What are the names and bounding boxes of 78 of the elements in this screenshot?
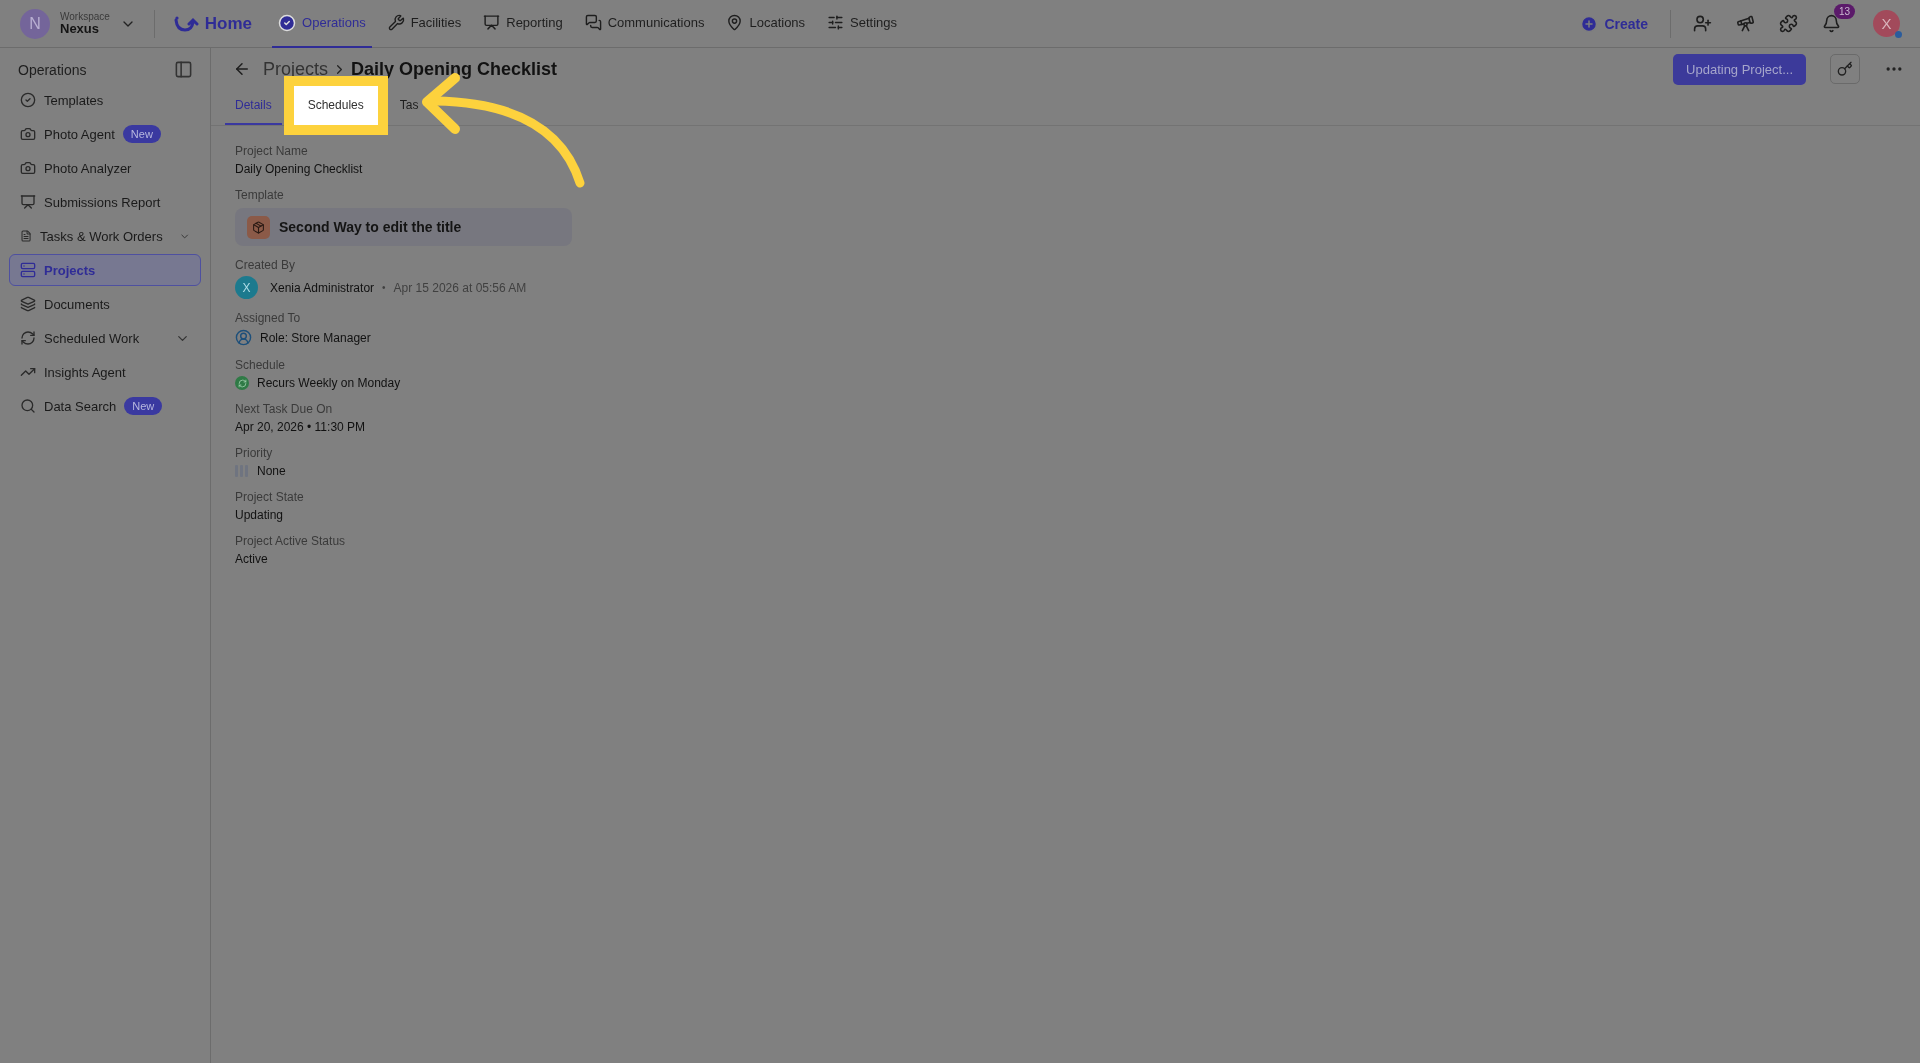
smile-arrow-icon <box>172 14 199 33</box>
check-circle-icon <box>278 13 297 32</box>
nav-tab[interactable]: Communications <box>578 0 711 48</box>
server-icon <box>20 262 36 278</box>
field-label: Schedule <box>235 358 287 372</box>
field-label: Template <box>235 188 285 202</box>
field-value: None <box>257 464 286 478</box>
wrench-icon <box>387 14 405 31</box>
sidebar-item[interactable]: Submissions Report <box>9 186 201 218</box>
field-label: Assigned To <box>235 311 302 325</box>
recurring-icon <box>235 376 249 390</box>
create-button[interactable]: Create <box>1576 10 1652 37</box>
user-circle-icon <box>235 329 252 346</box>
layers-icon <box>20 296 36 312</box>
sidebar-item[interactable]: Templates <box>9 84 201 116</box>
notifications-icon[interactable] <box>1822 14 1841 33</box>
new-badge: New <box>124 397 163 415</box>
home-link[interactable]: Home <box>172 13 253 34</box>
created-date: Apr 15 2026 at 05:56 AM <box>393 280 527 295</box>
tab[interactable]: Tas <box>389 86 429 125</box>
user-avatar: X <box>235 276 258 299</box>
nav-tab[interactable]: Operations <box>272 0 372 48</box>
tab[interactable]: Details <box>225 86 282 125</box>
new-badge: New <box>122 125 161 143</box>
field-value: Recurs Weekly on Monday <box>257 376 401 390</box>
nav-tab[interactable]: Facilities <box>381 0 468 48</box>
collapse-sidebar-icon[interactable] <box>174 60 193 79</box>
field-label: Created By <box>235 258 297 272</box>
sidebar-item[interactable]: Projects <box>9 254 201 286</box>
workspace-name[interactable]: Nexus <box>60 21 110 37</box>
field-label: Project Name <box>235 144 309 158</box>
updating-project-button[interactable]: Updating Project... <box>1673 53 1806 85</box>
nav-tab[interactable]: Settings <box>821 0 904 48</box>
user-avatar[interactable]: X <box>1873 10 1900 37</box>
field-label: Project State <box>235 490 305 504</box>
status-dot <box>1895 31 1902 38</box>
sidebar-item[interactable]: Photo Analyzer <box>9 152 201 184</box>
template-card[interactable]: Second Way to edit the title <box>235 208 572 246</box>
key-button[interactable] <box>1830 54 1860 84</box>
field-value: Active <box>235 552 269 566</box>
box-icon <box>247 215 270 239</box>
key-icon <box>1837 61 1853 77</box>
workspace-avatar[interactable]: N <box>20 8 50 39</box>
check-circle-icon <box>20 92 36 108</box>
sliders-icon <box>827 14 845 31</box>
camera-icon <box>20 160 36 176</box>
template-title: Second Way to edit the title <box>279 219 462 235</box>
field-label: Next Task Due On <box>235 402 334 416</box>
workspace-label: Workspace <box>60 10 110 22</box>
refresh-icon <box>20 330 36 346</box>
field-value: Updating <box>235 508 285 522</box>
sidebar-item[interactable]: Insights Agent <box>9 356 201 388</box>
page-title: Daily Opening Checklist <box>351 58 558 80</box>
breadcrumb-link[interactable]: Projects <box>263 58 329 80</box>
presentation-icon <box>20 194 36 210</box>
sidebar-item[interactable]: Scheduled Work <box>9 322 201 354</box>
field-value: Role: Store Manager <box>260 330 371 345</box>
document-icon <box>20 228 33 244</box>
chat-icon <box>584 14 602 31</box>
sidebar-item[interactable]: Photo Agent New <box>9 118 201 150</box>
map-pin-icon <box>726 14 744 31</box>
field-value: Daily Opening Checklist <box>235 162 364 176</box>
sidebar-item[interactable]: Tasks & Work Orders <box>9 220 201 252</box>
sidebar-title: Operations <box>18 61 87 78</box>
separator-dot: • <box>382 282 386 293</box>
user-name: Xenia Administrator <box>270 280 375 295</box>
field-label: Project Active Status <box>235 534 347 548</box>
nav-tab[interactable]: Reporting <box>477 0 569 48</box>
sidebar-item[interactable]: Documents <box>9 288 201 320</box>
nav-tab[interactable]: Locations <box>720 0 812 48</box>
notification-count: 13 <box>1833 4 1855 19</box>
camera-icon <box>20 126 36 142</box>
presentation-icon <box>483 14 501 31</box>
sidebar-item[interactable]: Data Search New <box>9 390 201 422</box>
plus-circle-icon <box>1580 14 1599 33</box>
field-label: Priority <box>235 446 274 460</box>
search-icon <box>20 398 36 414</box>
field-value: Apr 20, 2026 • 11:30 PM <box>235 420 367 434</box>
